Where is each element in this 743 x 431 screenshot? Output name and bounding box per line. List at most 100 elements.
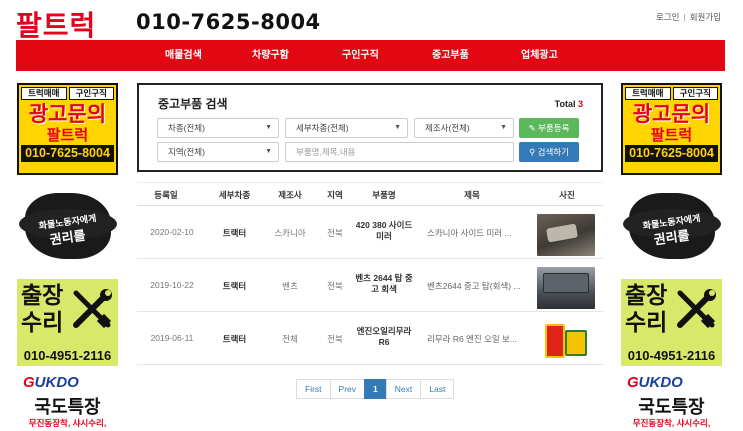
cell-sub-type: 트랙터 xyxy=(222,334,247,344)
ad-tab-jobs: 구인구직 xyxy=(672,87,718,100)
col-header-region: 지역 xyxy=(327,190,343,200)
ad-text: 무진동장착, 샤시수리, xyxy=(28,418,107,428)
chevron-down-icon: ▼ xyxy=(500,124,507,131)
nav-item-listings[interactable]: 매물검색 xyxy=(165,40,202,71)
ad-banner-contact-left[interactable]: 트럭매매 구인구직 광고문의 팔트럭 010-7625-8004 xyxy=(17,83,118,175)
cell-maker: 전체 xyxy=(282,334,298,344)
photo-shape xyxy=(543,273,589,293)
cell-title[interactable]: 리무라 R6 엔진 오일 보... xyxy=(427,333,532,345)
table-row[interactable]: 2019-06-11 트랙터 전체 전북 엔진오일리무라 R6 리무라 R6 엔… xyxy=(137,312,603,365)
cell-date: 2020-02-10 xyxy=(150,227,194,237)
chevron-down-icon: ▼ xyxy=(265,148,272,155)
ad-brand-logo: GUKDO xyxy=(627,374,683,391)
page-next-button[interactable]: Next xyxy=(385,379,422,399)
site-logo[interactable]: 팔트럭 xyxy=(16,4,96,44)
cell-date: 2019-06-11 xyxy=(150,333,194,343)
manufacturer-select[interactable]: 제조사(전체) ▼ xyxy=(414,118,514,138)
total-count: Total 3 xyxy=(554,99,583,109)
cell-date: 2019-10-22 xyxy=(150,280,194,290)
table-row[interactable]: 2019-10-22 트랙터 벤츠 전북 벤츠 2644 탑 중고 회색 벤츠2… xyxy=(137,259,603,312)
col-header-date: 등록일 xyxy=(154,190,178,200)
nav-item-used-parts[interactable]: 중고부품 xyxy=(432,40,469,71)
table-header: 등록일 세부차종 제조사 지역 부품명 제목 사진 xyxy=(137,182,603,206)
signup-link[interactable]: 회원가입 xyxy=(690,12,721,22)
photo-shape xyxy=(546,223,578,243)
photo-engine-oil[interactable] xyxy=(537,320,595,362)
ad-banner-repair-left[interactable]: 출장 수리 010-4951-2116 xyxy=(17,279,118,366)
cell-maker: 벤츠 xyxy=(282,281,298,291)
ad-banner-tabs: 트럭매매 구인구직 xyxy=(623,85,720,102)
ad-banner-tabs: 트럭매매 구인구직 xyxy=(19,85,116,102)
cell-part-name[interactable]: 엔진오일리무라 R6 xyxy=(355,326,413,348)
cell-region: 전북 xyxy=(327,228,343,238)
search-title: 중고부품 검색 xyxy=(158,97,228,111)
photo-truck-cab-top[interactable] xyxy=(537,267,595,309)
ad-text: 출장 xyxy=(21,282,64,308)
nav-item-wanted-vehicles[interactable]: 차량구함 xyxy=(252,40,289,71)
ad-phone: 010-7625-8004 xyxy=(625,145,718,162)
cell-part-name[interactable]: 420 380 사이드 미러 xyxy=(355,220,413,242)
ad-tab-truck-sales: 트럭매매 xyxy=(625,87,671,100)
parts-search-panel: 중고부품 검색 Total 3 차종(전체) ▼ 세부차종(전체) ▼ 제조사(전체… xyxy=(137,83,603,172)
site-header: 팔트럭 010-7625-8004 로그인 | 회원가입 xyxy=(0,0,743,42)
sub-vehicle-type-select[interactable]: 세부차종(전체) ▼ xyxy=(285,118,408,138)
cell-title[interactable]: 벤츠2644 중고 탑(회색) ... xyxy=(427,280,532,292)
search-button[interactable]: ⚲ 검색하기 xyxy=(519,142,579,162)
nav-item-business-ads[interactable]: 업체광고 xyxy=(521,40,558,71)
col-header-sub-type: 세부차종 xyxy=(218,190,251,200)
cell-maker: 스카니아 xyxy=(274,228,306,238)
ad-text: 무진동장착, 샤시수리, xyxy=(632,418,711,428)
ad-banner-gukdo-right[interactable]: GUKDO 국도특장 무진동장착, 샤시수리, xyxy=(621,371,722,431)
ad-banner-rights-right[interactable]: 화물노동자에게 권리를 xyxy=(621,187,722,267)
ad-tab-jobs: 구인구직 xyxy=(68,87,114,100)
col-header-maker: 제조사 xyxy=(278,190,302,200)
photo-shape xyxy=(565,330,587,356)
table-row[interactable]: 2020-02-10 트랙터 스카니아 전북 420 380 사이드 미러 스카… xyxy=(137,206,603,259)
region-select[interactable]: 지역(전체) ▼ xyxy=(157,142,279,162)
ad-text: 국도특장 xyxy=(638,397,705,417)
ad-banner-repair-right[interactable]: 출장 수리 010-4951-2116 xyxy=(621,279,722,366)
top-links: 로그인 | 회원가입 xyxy=(656,11,721,23)
header-phone: 010-7625-8004 xyxy=(136,10,321,34)
photo-side-mirror[interactable] xyxy=(537,214,595,256)
page-current-button[interactable]: 1 xyxy=(364,379,387,399)
cell-region: 전북 xyxy=(327,281,343,291)
col-header-photo: 사진 xyxy=(559,190,575,200)
ad-headline: 광고문의 xyxy=(632,103,711,126)
ad-brand-logo: GUKDO xyxy=(23,374,79,391)
ad-banner-gukdo-left[interactable]: GUKDO 국도특장 무진동장착, 샤시수리, xyxy=(17,371,118,431)
ad-text: 수리 xyxy=(21,309,64,335)
col-header-title: 제목 xyxy=(464,190,480,200)
keyword-search-input[interactable]: 부품명,제목,내용 xyxy=(285,142,514,162)
edit-icon: ✎ xyxy=(528,123,536,133)
main-nav: 매물검색 차량구함 구인구직 중고부품 업체광고 xyxy=(16,40,725,71)
ad-banner-contact-right[interactable]: 트럭매매 구인구직 광고문의 팔트럭 010-7625-8004 xyxy=(621,83,722,175)
ad-banner-rights-left[interactable]: 화물노동자에게 권리를 xyxy=(17,187,118,267)
page-prev-button[interactable]: Prev xyxy=(329,379,366,399)
page-last-button[interactable]: Last xyxy=(420,379,455,399)
ad-headline: 광고문의 xyxy=(28,103,107,126)
ad-text: 출장 xyxy=(625,282,668,308)
ad-brand: 팔트럭 xyxy=(46,127,89,144)
nav-item-jobs[interactable]: 구인구직 xyxy=(342,40,379,71)
cell-sub-type: 트랙터 xyxy=(222,228,247,238)
ad-text: 국도특장 xyxy=(34,397,101,417)
ad-brand: 팔트럭 xyxy=(650,127,693,144)
search-icon: ⚲ xyxy=(529,147,536,157)
wrench-screwdriver-icon xyxy=(73,289,112,329)
cell-title[interactable]: 스카니아 사이드 미러 ... xyxy=(427,227,532,239)
cell-region: 전북 xyxy=(327,334,343,344)
vehicle-type-select[interactable]: 차종(전체) ▼ xyxy=(157,118,279,138)
ad-text: 수리 xyxy=(625,309,668,335)
login-link[interactable]: 로그인 xyxy=(656,12,679,22)
wrench-screwdriver-icon xyxy=(677,289,716,329)
register-part-button[interactable]: ✎ 부품등록 xyxy=(519,118,579,138)
top-links-separator: | xyxy=(683,12,686,22)
ad-phone: 010-4951-2116 xyxy=(23,348,112,363)
ad-phone: 010-4951-2116 xyxy=(627,348,716,363)
page-first-button[interactable]: First xyxy=(296,379,331,399)
ad-tab-truck-sales: 트럭매매 xyxy=(21,87,67,100)
chevron-down-icon: ▼ xyxy=(394,124,401,131)
pagination: First Prev 1 Next Last xyxy=(296,379,455,399)
cell-part-name[interactable]: 벤츠 2644 탑 중고 회색 xyxy=(355,273,413,295)
